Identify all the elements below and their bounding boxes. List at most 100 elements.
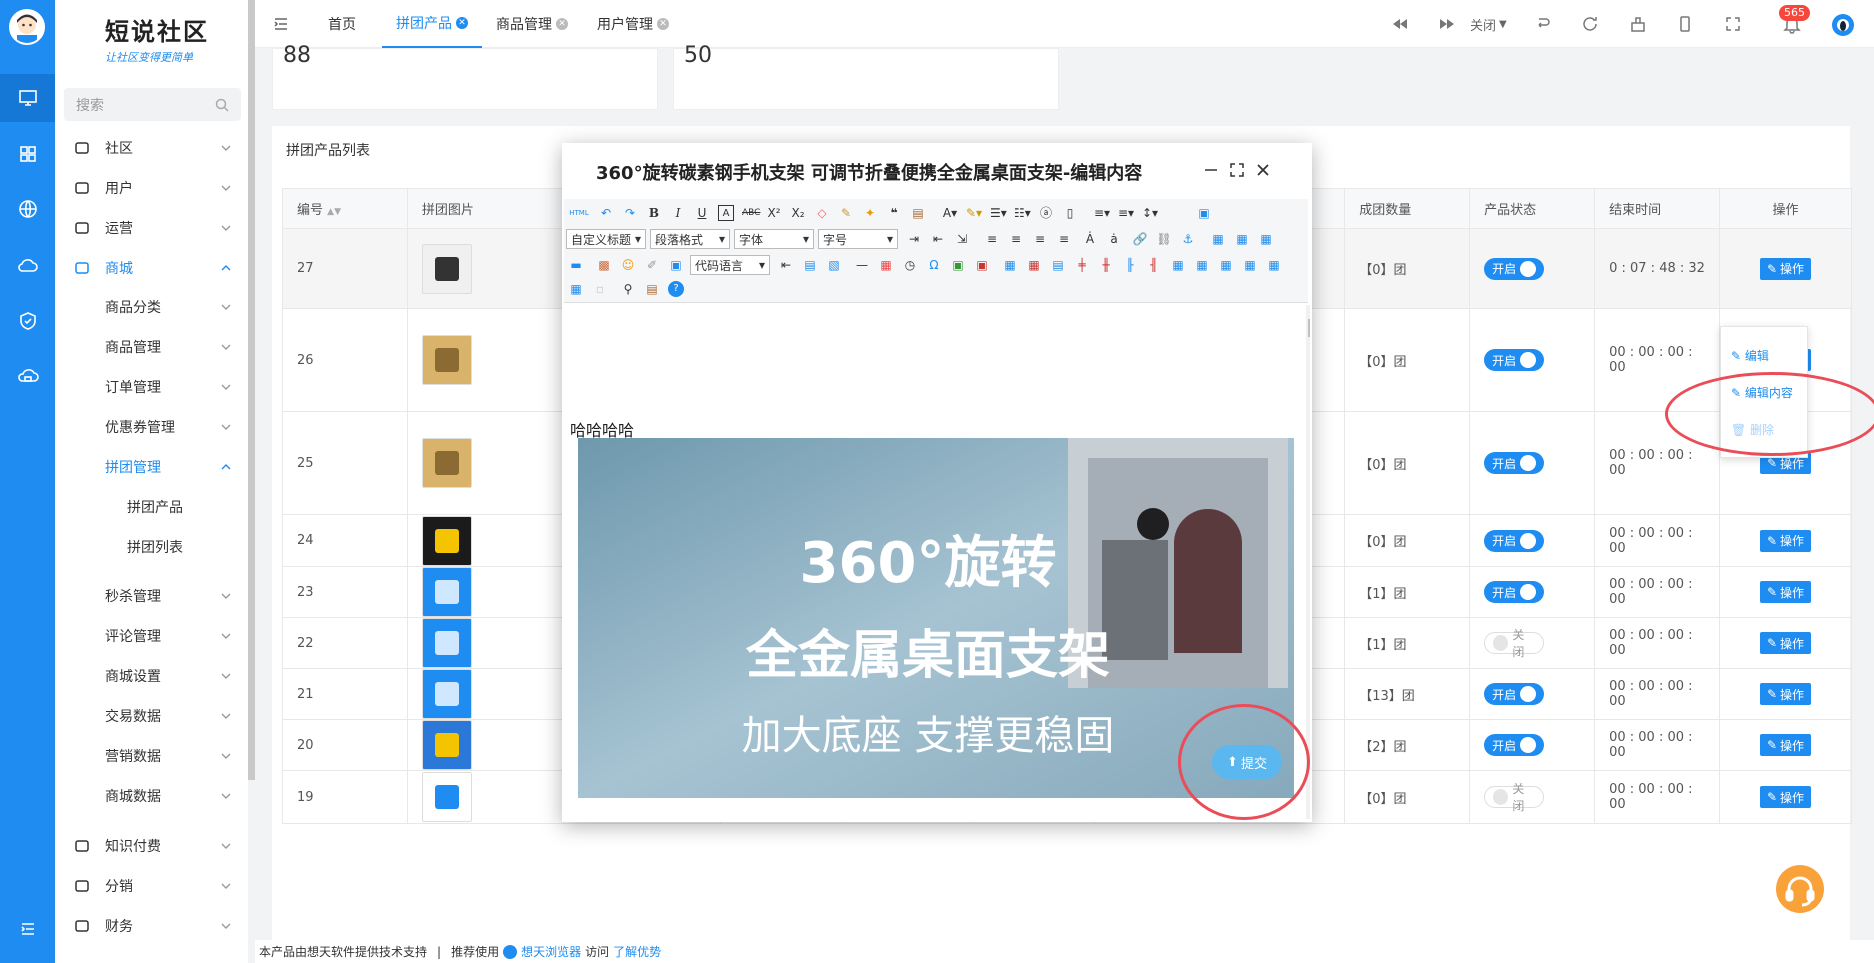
clear-doc-icon[interactable]: ▯: [1062, 205, 1078, 221]
special-char-icon[interactable]: Ω: [926, 257, 942, 273]
shield-icon[interactable]: [0, 297, 55, 345]
strikethrough-icon[interactable]: ABC: [742, 205, 760, 221]
unordered-list-icon[interactable]: ☷▾: [1014, 205, 1031, 221]
status-toggle[interactable]: 开启: [1484, 257, 1545, 280]
emotion-icon[interactable]: ☺: [620, 257, 636, 273]
operation-button[interactable]: ✎操作: [1759, 257, 1812, 280]
sidebar-item[interactable]: 营销数据: [55, 736, 248, 776]
italic-icon[interactable]: I: [670, 205, 686, 221]
delete-table-icon[interactable]: ▦: [1026, 257, 1042, 273]
insert-table-icon[interactable]: ▦: [1002, 257, 1018, 273]
eraser-icon[interactable]: ◇: [814, 205, 830, 221]
tab-group-products[interactable]: 拼团产品 ✕: [382, 0, 482, 48]
sidebar-item[interactable]: 财务: [55, 906, 248, 946]
return-icon[interactable]: [1533, 14, 1553, 34]
editor-scrollbar[interactable]: [1306, 305, 1310, 819]
sidebar-item[interactable]: 秒杀管理: [55, 576, 248, 616]
undo-icon[interactable]: ↶: [598, 205, 614, 221]
user-avatar[interactable]: [9, 9, 45, 45]
product-thumbnail[interactable]: [421, 618, 472, 668]
sidebar-item[interactable]: 拼团列表: [55, 527, 248, 567]
background-icon[interactable]: ▧: [826, 257, 842, 273]
border-icon[interactable]: A: [718, 205, 734, 221]
blockquote-icon[interactable]: ❝: [886, 205, 902, 221]
font-family-select[interactable]: 字体 ▾: [734, 229, 814, 249]
product-thumbnail[interactable]: [421, 515, 472, 566]
sort-icon[interactable]: ▲▼: [327, 207, 341, 217]
collapse-menu-icon[interactable]: [0, 905, 55, 953]
refresh-icon[interactable]: [1580, 14, 1600, 34]
redo-icon[interactable]: ↷: [622, 205, 638, 221]
sidebar-item[interactable]: 交易数据: [55, 696, 248, 736]
browser-link[interactable]: 想天浏览器: [521, 943, 581, 960]
row-spacing-bottom-icon[interactable]: ≡▾: [1118, 205, 1134, 221]
status-toggle[interactable]: 开启: [1484, 581, 1545, 603]
split-rows-icon[interactable]: ▦: [1266, 257, 1282, 273]
rewind-icon[interactable]: [1390, 14, 1410, 34]
tab-users[interactable]: 用户管理 ✕: [597, 0, 669, 48]
merge-down-icon[interactable]: ▦: [1218, 257, 1234, 273]
insert-frame-icon[interactable]: ▣: [668, 257, 684, 273]
close-icon[interactable]: ✕: [657, 18, 669, 30]
image-float-right-icon[interactable]: ▦: [1258, 231, 1274, 247]
draft-icon[interactable]: ▤: [644, 281, 660, 297]
close-icon[interactable]: ✕: [556, 18, 568, 30]
search-replace-icon[interactable]: ⚲: [620, 281, 636, 297]
tab-goods[interactable]: 商品管理 ✕: [496, 0, 568, 48]
select-all-icon[interactable]: ⓐ: [1038, 205, 1054, 221]
customer-service-button[interactable]: [1776, 865, 1824, 913]
autotype-icon[interactable]: ✦: [862, 205, 878, 221]
clean-icon[interactable]: [1628, 14, 1648, 34]
sidebar-item[interactable]: 商城数据: [55, 776, 248, 816]
status-toggle[interactable]: 开启: [1484, 683, 1545, 705]
page-break-icon[interactable]: ⇤: [778, 257, 794, 273]
scroll-thumb[interactable]: [1308, 319, 1310, 337]
underline-icon[interactable]: U: [694, 205, 710, 221]
status-toggle[interactable]: 关闭: [1484, 628, 1545, 659]
browser-avatar-icon[interactable]: [1832, 14, 1854, 36]
sidebar-item[interactable]: 社区: [55, 128, 248, 168]
preview-icon[interactable]: ▣: [1196, 205, 1212, 221]
close-icon[interactable]: ✕: [456, 17, 468, 29]
search-box[interactable]: 搜索: [64, 88, 241, 121]
sidebar-item[interactable]: 分销: [55, 866, 248, 906]
align-justify-icon[interactable]: ≡: [1056, 231, 1072, 247]
insert-row-icon[interactable]: ╪: [1074, 257, 1090, 273]
globe-icon[interactable]: [0, 185, 55, 233]
product-thumbnail[interactable]: [421, 335, 472, 385]
operation-button[interactable]: ✎操作: [1759, 683, 1812, 705]
minimize-icon[interactable]: [1202, 161, 1220, 179]
sidebar-item[interactable]: 商品分类: [55, 287, 248, 327]
insert-col-icon[interactable]: ╟: [1122, 257, 1138, 273]
monitor-icon[interactable]: [0, 74, 55, 122]
cloud-icon[interactable]: [0, 241, 55, 289]
product-thumbnail[interactable]: [421, 438, 472, 488]
sidebar-item[interactable]: 用户: [55, 168, 248, 208]
status-toggle[interactable]: 开启: [1484, 529, 1545, 552]
row-spacing-top-icon[interactable]: ≡▾: [1094, 205, 1110, 221]
align-center-icon[interactable]: ≡: [1008, 231, 1024, 247]
maximize-icon[interactable]: [1228, 161, 1246, 179]
sidebar-item[interactable]: 优惠券管理: [55, 407, 248, 447]
image-float-none-icon[interactable]: ▦: [1210, 231, 1226, 247]
tab-home[interactable]: 首页: [328, 0, 356, 48]
product-thumbnail[interactable]: [421, 567, 472, 617]
indent-icon[interactable]: ⇲: [954, 231, 970, 247]
font-color-icon[interactable]: A▾: [942, 205, 958, 221]
help-icon[interactable]: ?: [668, 281, 684, 297]
line-height-icon[interactable]: ↕▾: [1142, 205, 1158, 221]
align-right-icon[interactable]: ≡: [1032, 231, 1048, 247]
status-toggle[interactable]: 关闭: [1484, 782, 1545, 813]
learn-more-link[interactable]: 了解优势: [613, 943, 661, 960]
sidebar-item[interactable]: 拼团管理: [55, 447, 248, 487]
html-source-icon[interactable]: HTML: [568, 205, 590, 221]
paste-text-icon[interactable]: ▤: [910, 205, 926, 221]
status-toggle[interactable]: 开启: [1484, 349, 1545, 371]
side-scrollbar[interactable]: [248, 0, 255, 780]
chart-icon[interactable]: ▫: [592, 281, 608, 297]
code-language-select[interactable]: 代码语言 ▾: [690, 255, 770, 275]
forward-icon[interactable]: [1437, 14, 1457, 34]
menu-fold-icon[interactable]: [271, 14, 291, 34]
bold-icon[interactable]: B: [646, 205, 662, 221]
sidebar-item[interactable]: 商城设置: [55, 656, 248, 696]
